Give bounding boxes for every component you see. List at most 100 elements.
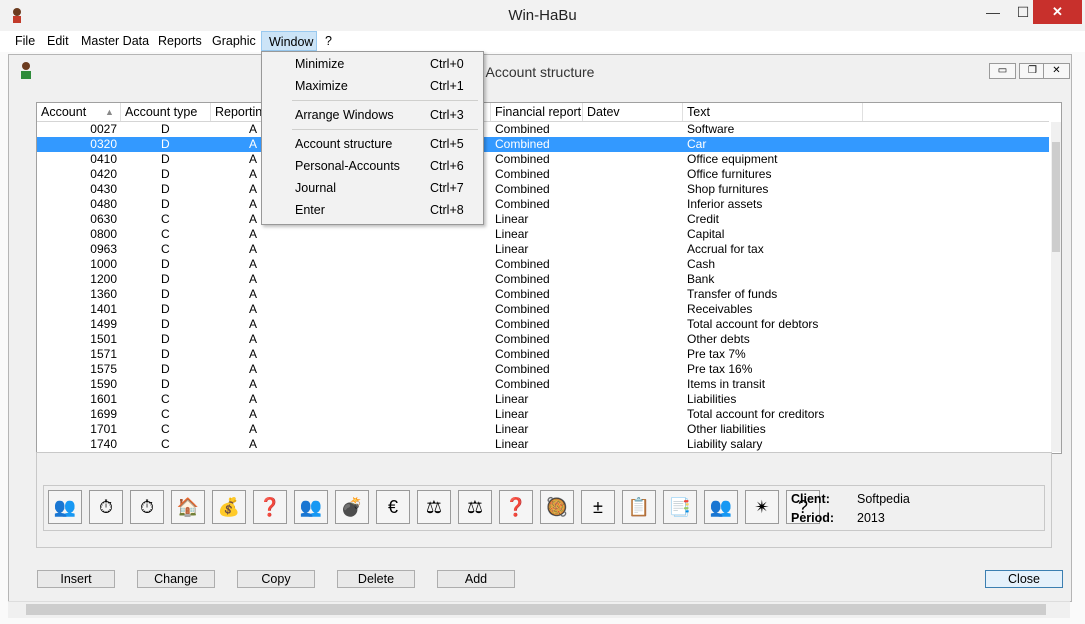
- cell-account: 1499: [90, 317, 117, 331]
- cell-financial-report: Linear: [495, 407, 529, 421]
- add-button[interactable]: Add: [437, 570, 515, 588]
- table-row[interactable]: 1575 D A Combined Pre tax 16%: [37, 362, 1049, 377]
- close-button[interactable]: Close: [985, 570, 1063, 588]
- table-row[interactable]: 1740 C A Linear Liability salary: [37, 437, 1049, 452]
- cell-account-type: D: [161, 362, 170, 376]
- horizontal-scroll-thumb[interactable]: [26, 604, 1046, 615]
- table-row[interactable]: 1501 D A Combined Other debts: [37, 332, 1049, 347]
- cell-financial-report: Combined: [495, 152, 550, 166]
- toolbar-button-11[interactable]: ⚖: [458, 490, 492, 524]
- cell-account-type: D: [161, 152, 170, 166]
- toolbar-button-12[interactable]: ❓: [499, 490, 533, 524]
- minimize-button[interactable]: —: [978, 0, 1008, 24]
- table-row[interactable]: 0027 D A Combined Software: [37, 122, 1049, 137]
- table-row[interactable]: 1571 D A Combined Pre tax 7%: [37, 347, 1049, 362]
- table-row[interactable]: 1360 D A Combined Transfer of funds: [37, 287, 1049, 302]
- cell-text: Shop furnitures: [687, 182, 769, 196]
- col-text[interactable]: Text: [683, 103, 863, 121]
- table-row[interactable]: 0800 C A Linear Capital: [37, 227, 1049, 242]
- toolbar-button-15[interactable]: 📋: [622, 490, 656, 524]
- toolbar-button-2[interactable]: ⏱: [89, 490, 123, 524]
- cell-reporting: A: [249, 137, 258, 151]
- toolbar-button-7[interactable]: 👥: [294, 490, 328, 524]
- change-button[interactable]: Change: [137, 570, 215, 588]
- grid-scroll-thumb[interactable]: [1052, 142, 1060, 252]
- table-row[interactable]: 0410 D A Combined Office equipment: [37, 152, 1049, 167]
- table-row[interactable]: 1499 D A Combined Total account for debtors: [37, 317, 1049, 332]
- table-row[interactable]: 0320 D A Combined Car: [37, 137, 1049, 152]
- child-minimize-button[interactable]: ▭: [989, 63, 1016, 79]
- cell-text: Transfer of funds: [687, 287, 778, 301]
- toolbar-button-10[interactable]: ⚖: [417, 490, 451, 524]
- menu-file[interactable]: File: [8, 31, 42, 51]
- toolbar-icon: 👥: [299, 497, 323, 517]
- insert-button[interactable]: Insert: [37, 570, 115, 588]
- cell-financial-report: Linear: [495, 392, 529, 406]
- toolbar-button-13[interactable]: 🥘: [540, 490, 574, 524]
- table-row[interactable]: 1000 D A Combined Cash: [37, 257, 1049, 272]
- cell-reporting: A: [249, 347, 258, 361]
- toolbar-button-4[interactable]: 🏠: [171, 490, 205, 524]
- col-financial-report[interactable]: Financial report: [491, 103, 583, 121]
- menu-help[interactable]: ?: [318, 31, 339, 51]
- cell-account: 1575: [90, 362, 117, 376]
- toolbar-button-3[interactable]: ⏱: [130, 490, 164, 524]
- menu-item-maximize[interactable]: Maximize Ctrl+1: [262, 75, 483, 97]
- cell-financial-report: Linear: [495, 242, 529, 256]
- horizontal-scrollbar[interactable]: [8, 601, 1070, 618]
- menu-item-enter[interactable]: Enter Ctrl+8: [262, 199, 483, 221]
- table-row[interactable]: 0430 D A Combined Shop furnitures: [37, 182, 1049, 197]
- table-row[interactable]: 1590 D A Combined Items in transit: [37, 377, 1049, 392]
- toolbar-button-14[interactable]: ±: [581, 490, 615, 524]
- child-restore-button[interactable]: ❐: [1019, 63, 1046, 79]
- accounts-grid[interactable]: Account ▲ Account type Reporting Financi…: [36, 102, 1062, 454]
- cell-financial-report: Combined: [495, 302, 550, 316]
- toolbar-panel: 👥 ⏱ ⏱ 🏠 💰 ❓ 👥 💣 € ⚖ ⚖ ❓ 🥘 ± 📋 📑 👥 ✴? Client: Softpedia Pe…: [36, 452, 1052, 548]
- table-row[interactable]: 1601 C A Linear Liabilities: [37, 392, 1049, 407]
- menu-item-label: Minimize: [295, 57, 345, 71]
- cell-text: Inferior assets: [687, 197, 763, 211]
- delete-button[interactable]: Delete: [337, 570, 415, 588]
- toolbar-button-5[interactable]: 💰: [212, 490, 246, 524]
- col-account-type[interactable]: Account type: [121, 103, 211, 121]
- toolbar-button-9[interactable]: €: [376, 490, 410, 524]
- toolbar-button-6[interactable]: ❓: [253, 490, 287, 524]
- menu-item-arrange-windows[interactable]: Arrange Windows Ctrl+3: [262, 104, 483, 126]
- toolbar-button-16[interactable]: 📑: [663, 490, 697, 524]
- grid-vertical-scrollbar[interactable]: [1051, 122, 1061, 452]
- col-account[interactable]: Account ▲: [37, 103, 121, 121]
- cell-financial-report: Combined: [495, 122, 550, 136]
- menu-item-account-structure[interactable]: Account structure Ctrl+5: [262, 133, 483, 155]
- window-menu-dropdown: Minimize Ctrl+0 Maximize Ctrl+1 Arrange Wind…: [261, 51, 484, 225]
- col-datev[interactable]: Datev: [583, 103, 683, 121]
- toolbar-button-8[interactable]: 💣: [335, 490, 369, 524]
- table-row[interactable]: 1701 C A Linear Other liabilities: [37, 422, 1049, 437]
- menu-item-personal-accounts[interactable]: Personal-Accounts Ctrl+6: [262, 155, 483, 177]
- close-window-button[interactable]: ✕: [1033, 0, 1082, 24]
- toolbar-icon: ❓: [504, 497, 528, 517]
- cell-account-type: C: [161, 422, 170, 436]
- menu-edit[interactable]: Edit: [40, 31, 76, 51]
- menu-window[interactable]: Window: [261, 31, 317, 51]
- toolbar-icon: €: [387, 497, 398, 517]
- table-row[interactable]: 0480 D A Combined Inferior assets: [37, 197, 1049, 212]
- menu-graphic[interactable]: Graphic: [205, 31, 263, 51]
- cell-reporting: A: [249, 362, 258, 376]
- table-row[interactable]: 0630 C A Linear Credit: [37, 212, 1049, 227]
- table-row[interactable]: 0420 D A Combined Office furnitures: [37, 167, 1049, 182]
- cell-text: Bank: [687, 272, 715, 286]
- menu-master-data[interactable]: Master Data: [74, 31, 156, 51]
- menu-item-minimize[interactable]: Minimize Ctrl+0: [262, 53, 483, 75]
- menu-item-journal[interactable]: Journal Ctrl+7: [262, 177, 483, 199]
- toolbar-button-17[interactable]: 👥: [704, 490, 738, 524]
- menu-reports[interactable]: Reports: [151, 31, 209, 51]
- table-row[interactable]: 1699 C A Linear Total account for creditors: [37, 407, 1049, 422]
- toolbar-button-18[interactable]: ✴: [745, 490, 779, 524]
- table-row[interactable]: 1200 D A Combined Bank: [37, 272, 1049, 287]
- copy-button[interactable]: Copy: [237, 570, 315, 588]
- toolbar-button-1[interactable]: 👥: [48, 490, 82, 524]
- child-close-button[interactable]: ✕: [1043, 63, 1070, 79]
- table-row[interactable]: 0963 C A Linear Accrual for tax: [37, 242, 1049, 257]
- cell-financial-report: Combined: [495, 257, 550, 271]
- table-row[interactable]: 1401 D A Combined Receivables: [37, 302, 1049, 317]
